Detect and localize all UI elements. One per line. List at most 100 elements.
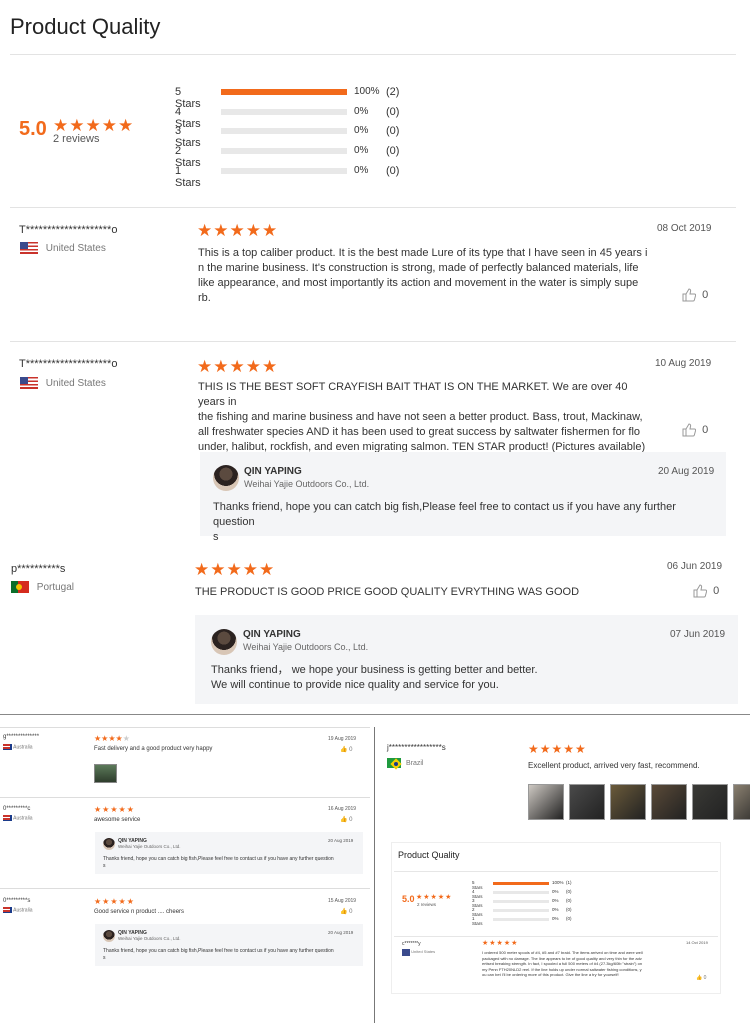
rating-percent: 0% [354,145,369,157]
reviewer-name: j*****************s [387,743,446,752]
thumbs-up-icon [682,423,697,437]
nested-stars: ★★★★★ [416,894,453,901]
reply-date: 20 Aug 2019 [658,466,715,477]
like-button[interactable]: 👍 0 [696,975,706,981]
review-text: I ordered 500 meter spools of #4, #5 and… [482,950,643,978]
australia-flag-icon [3,815,12,821]
average-stars: ★★★★★ [53,116,135,135]
review-photo[interactable] [692,784,728,820]
page: Product Quality 5.0 ★★★★★ 2 reviews 5 St… [0,0,750,1023]
rating-percent: 0% [552,907,559,912]
avatar [213,465,239,491]
rating-percent: 100% [552,880,564,885]
review-stars: ★★★★★ [482,940,519,947]
divider [10,341,736,342]
review-stars: ★★★★★ [194,560,276,579]
like-button[interactable]: 👍 0 [340,746,353,753]
rating-count: (2) [386,86,400,98]
divider [394,871,718,872]
review-photo[interactable] [651,784,687,820]
reply-text: Thanks friend， we hope your business is … [211,664,538,691]
rating-percent: 0% [552,889,559,894]
avatar [103,930,115,942]
nested-screenshot: Product Quality 5.0 ★★★★★ 2 reviews 5 St… [391,842,721,994]
like-button[interactable]: 0 [682,288,708,302]
rating-bar-fill [221,89,347,95]
review-stars: ★★★★★ [94,805,135,814]
reply-company: Weihai Yajie Outdoors Co., Ltd. [243,642,369,652]
rating-bar-fill [493,881,549,885]
divider [394,936,718,937]
divider [10,207,736,208]
reviewer-name: p**********s [11,563,66,575]
rating-percent: 0% [354,164,369,176]
rating-count: (0) [386,105,400,118]
reviewer-country: Portugal [36,581,75,593]
review-text: Excellent product, arrived very fast, re… [528,761,700,770]
seller-reply: QIN YAPING Weihai Yajie Outdoors Co., Lt… [95,924,363,966]
reviewer-name: T********************o [19,224,118,236]
rating-bar [221,148,347,155]
reply-date: 07 Jun 2019 [670,629,726,640]
reviewer-country: United States [411,949,436,954]
nested-score: 5.0 [402,894,415,904]
section-divider [0,714,750,715]
review-text: THE PRODUCT IS GOOD PRICE GOOD QUALITY E… [195,586,580,598]
review-date: 14 Oct 2019 [686,940,708,945]
us-flag-icon [20,242,38,254]
divider [10,54,736,55]
rating-bar [493,917,549,921]
reply-company: Weihai Yajie Outdoors Co., Ltd. [244,479,370,489]
australia-flag-icon [3,907,12,913]
rating-label: 1 Stars [472,916,483,926]
review-photo[interactable] [733,784,750,820]
rating-percent: 0% [552,916,559,921]
nested-reviews: 2 reviews [417,902,437,907]
reviewer-name: 0*********c [3,806,31,812]
portugal-flag-icon [11,581,29,593]
review-photo[interactable] [569,784,605,820]
like-button[interactable]: 0 [682,423,708,437]
reply-author: QIN YAPING [244,466,302,477]
rating-label: 1 Stars [175,164,201,189]
like-button[interactable]: 👍 0 [340,816,353,823]
review-date: 16 Aug 2019 [328,806,357,812]
review-photo[interactable] [610,784,646,820]
reply-company: Weihai Yajie Outdoors Co., Ltd. [118,936,181,941]
like-button[interactable]: 👍 0 [340,908,353,915]
rating-bar [493,908,549,912]
rating-count: (0) [566,889,572,894]
divider [0,888,370,889]
thumbs-up-icon: 👍 [340,747,348,753]
reviewer-name: g************** [3,734,40,740]
rating-bar [221,167,347,174]
thumbs-up-icon [682,288,697,302]
reviewer-country: Australia [13,907,33,914]
review-text: This is a top caliber product. It is the… [198,247,648,304]
like-count: 0 [702,423,709,436]
review-photo[interactable] [528,784,564,820]
divider [0,797,370,798]
like-button[interactable]: 0 [693,584,719,598]
us-flag-icon [402,949,410,957]
rating-count: (0) [386,145,400,158]
review-stars: ★★★★★ [528,742,587,756]
us-flag-icon [20,377,38,389]
review-date: 19 Aug 2019 [328,736,357,742]
rating-percent: 0% [354,105,369,117]
review-stars: ★★★★★ [94,734,130,743]
review-text: Fast delivery and a good product very ha… [94,746,213,752]
australia-flag-icon [3,744,12,750]
reviewer-name: 0*********s [3,898,31,904]
like-count: 0 [713,584,720,597]
review-text: awesome service [94,817,141,823]
seller-reply: QIN YAPING Weihai Yajie Outdoors Co., Lt… [95,832,363,874]
rating-count: (0) [566,907,572,912]
brazil-flag-icon [387,758,401,768]
rating-count: (0) [386,164,400,177]
review-date: 10 Aug 2019 [655,358,712,369]
review-photo[interactable] [94,764,117,783]
review-stars: ★★★★★ [197,221,279,240]
avatar [211,629,237,655]
rating-bar [221,89,347,95]
